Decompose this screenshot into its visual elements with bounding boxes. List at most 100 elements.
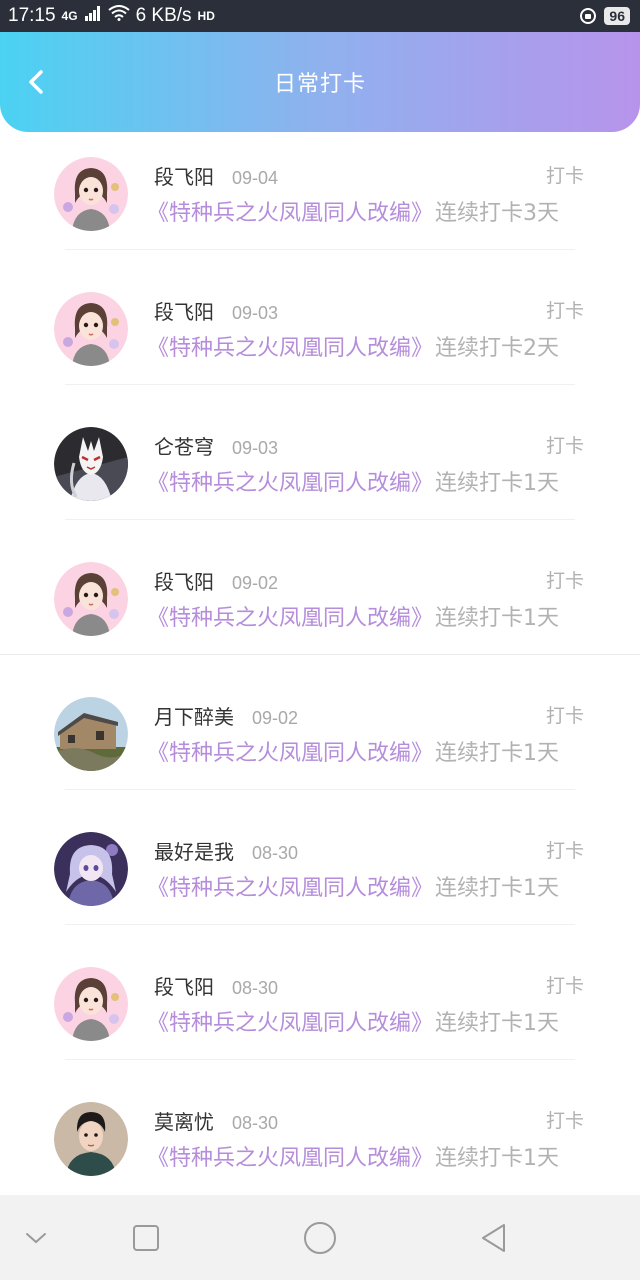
divider xyxy=(65,1059,575,1060)
name-line: 仑苍穹 09-03 xyxy=(154,431,278,460)
name-line: 莫离忧 08-30 xyxy=(154,1106,278,1135)
header-bar: 日常打卡 xyxy=(0,32,640,132)
square-icon xyxy=(133,1225,159,1251)
streak-text: 连续打卡1天 xyxy=(435,1146,560,1171)
checkin-date: 08-30 xyxy=(252,843,299,863)
wifi-icon xyxy=(107,5,130,27)
user-name[interactable]: 莫离忧 xyxy=(154,1106,214,1135)
chevron-down-icon xyxy=(26,1233,46,1244)
avatar[interactable] xyxy=(54,427,128,501)
avatar[interactable] xyxy=(54,562,128,636)
avatar[interactable] xyxy=(54,967,128,1041)
checkin-action[interactable]: 打卡 xyxy=(546,296,584,323)
checkin-action[interactable]: 打卡 xyxy=(546,431,584,458)
avatar[interactable] xyxy=(54,1102,128,1176)
list-item[interactable]: 段飞阳 09-02 打卡 《特种兵之火凤凰同人改编》 连续打卡1天 xyxy=(0,540,640,675)
divider xyxy=(0,654,640,655)
circle-icon xyxy=(304,1222,336,1254)
detail-line: 《特种兵之火凤凰同人改编》 连续打卡2天 xyxy=(147,330,560,362)
detail-line: 《特种兵之火凤凰同人改编》 连续打卡3天 xyxy=(147,195,560,227)
detail-line: 《特种兵之火凤凰同人改编》 连续打卡1天 xyxy=(147,600,560,632)
nav-recent-button[interactable] xyxy=(121,1213,171,1263)
name-line: 段飞阳 09-04 xyxy=(154,161,278,190)
book-title[interactable]: 《特种兵之火凤凰同人改编》 xyxy=(147,195,433,227)
name-line: 月下醉美 09-02 xyxy=(154,701,298,730)
system-nav-bar xyxy=(0,1195,640,1280)
avatar[interactable] xyxy=(54,157,128,231)
book-title[interactable]: 《特种兵之火凤凰同人改编》 xyxy=(147,1140,433,1172)
detail-line: 《特种兵之火凤凰同人改编》 连续打卡1天 xyxy=(147,1005,560,1037)
nav-hide-button[interactable] xyxy=(11,1213,61,1263)
checkin-date: 09-03 xyxy=(232,438,279,458)
checkin-date: 09-03 xyxy=(232,303,279,323)
user-name[interactable]: 仑苍穹 xyxy=(154,431,214,460)
list-item[interactable]: 仑苍穹 09-03 打卡 《特种兵之火凤凰同人改编》 连续打卡1天 xyxy=(0,405,640,540)
checkin-date: 09-04 xyxy=(232,168,279,188)
status-left: 17:15 4G 6 KB/s HD xyxy=(0,5,215,27)
checkin-list[interactable]: 段飞阳 09-04 打卡 《特种兵之火凤凰同人改编》 连续打卡3天 段飞阳 09… xyxy=(0,135,640,1195)
detail-line: 《特种兵之火凤凰同人改编》 连续打卡1天 xyxy=(147,1140,560,1172)
battery-level: 96 xyxy=(604,7,630,25)
book-title[interactable]: 《特种兵之火凤凰同人改编》 xyxy=(147,600,433,632)
detail-line: 《特种兵之火凤凰同人改编》 连续打卡1天 xyxy=(147,465,559,497)
checkin-action[interactable]: 打卡 xyxy=(546,971,584,998)
name-line: 段飞阳 08-30 xyxy=(154,971,278,1000)
checkin-action[interactable]: 打卡 xyxy=(546,161,584,188)
status-bar: 17:15 4G 6 KB/s HD 96 xyxy=(0,0,640,32)
streak-text: 连续打卡3天 xyxy=(435,201,560,226)
user-name[interactable]: 段飞阳 xyxy=(154,296,214,325)
book-title[interactable]: 《特种兵之火凤凰同人改编》 xyxy=(147,465,433,497)
user-name[interactable]: 月下醉美 xyxy=(154,701,234,730)
network-speed: 6 KB/s xyxy=(135,5,192,26)
list-item[interactable]: 段飞阳 09-03 打卡 《特种兵之火凤凰同人改编》 连续打卡2天 xyxy=(0,270,640,405)
status-time: 17:15 xyxy=(8,5,56,26)
signal-icon xyxy=(84,5,102,27)
user-name[interactable]: 最好是我 xyxy=(154,836,234,865)
nav-home-button[interactable] xyxy=(295,1213,345,1263)
book-title[interactable]: 《特种兵之火凤凰同人改编》 xyxy=(147,330,433,362)
hd-badge: HD xyxy=(197,9,215,23)
checkin-date: 08-30 xyxy=(232,1113,279,1133)
user-name[interactable]: 段飞阳 xyxy=(154,971,214,1000)
divider xyxy=(65,789,575,790)
streak-text: 连续打卡1天 xyxy=(435,606,560,631)
divider xyxy=(65,249,575,250)
checkin-date: 08-30 xyxy=(232,978,279,998)
streak-text: 连续打卡1天 xyxy=(435,1011,560,1036)
status-right: 96 xyxy=(580,7,640,25)
book-title[interactable]: 《特种兵之火凤凰同人改编》 xyxy=(147,1005,433,1037)
chevron-left-icon xyxy=(29,70,43,94)
nav-back-button[interactable] xyxy=(469,1213,519,1263)
lock-rotation-icon xyxy=(580,8,597,24)
list-item[interactable]: 最好是我 08-30 打卡 《特种兵之火凤凰同人改编》 连续打卡1天 xyxy=(0,810,640,945)
avatar[interactable] xyxy=(54,697,128,771)
detail-line: 《特种兵之火凤凰同人改编》 连续打卡1天 xyxy=(147,870,560,902)
divider xyxy=(65,924,575,925)
checkin-date: 09-02 xyxy=(232,573,279,593)
avatar[interactable] xyxy=(54,832,128,906)
checkin-action[interactable]: 打卡 xyxy=(546,1106,584,1133)
detail-line: 《特种兵之火凤凰同人改编》 连续打卡1天 xyxy=(147,735,560,767)
page-title: 日常打卡 xyxy=(273,72,366,97)
streak-text: 连续打卡1天 xyxy=(435,741,560,766)
user-name[interactable]: 段飞阳 xyxy=(154,161,214,190)
name-line: 段飞阳 09-02 xyxy=(154,566,278,595)
list-item[interactable]: 月下醉美 09-02 打卡 《特种兵之火凤凰同人改编》 连续打卡1天 xyxy=(0,675,640,810)
avatar[interactable] xyxy=(54,292,128,366)
streak-text: 连续打卡2天 xyxy=(435,336,560,361)
checkin-action[interactable]: 打卡 xyxy=(546,701,584,728)
list-item[interactable]: 段飞阳 09-04 打卡 《特种兵之火凤凰同人改编》 连续打卡3天 xyxy=(0,135,640,270)
book-title[interactable]: 《特种兵之火凤凰同人改编》 xyxy=(147,735,433,767)
list-item[interactable]: 段飞阳 08-30 打卡 《特种兵之火凤凰同人改编》 连续打卡1天 xyxy=(0,945,640,1080)
book-title[interactable]: 《特种兵之火凤凰同人改编》 xyxy=(147,870,433,902)
checkin-action[interactable]: 打卡 xyxy=(546,836,584,863)
user-name[interactable]: 段飞阳 xyxy=(154,566,214,595)
name-line: 段飞阳 09-03 xyxy=(154,296,278,325)
name-line: 最好是我 08-30 xyxy=(154,836,298,865)
triangle-left-icon xyxy=(482,1224,505,1252)
checkin-action[interactable]: 打卡 xyxy=(546,566,584,593)
streak-text: 连续打卡1天 xyxy=(435,876,560,901)
network-type: 4G xyxy=(61,9,78,23)
list-item[interactable]: 莫离忧 08-30 打卡 《特种兵之火凤凰同人改编》 连续打卡1天 xyxy=(0,1080,640,1195)
back-button[interactable] xyxy=(18,64,54,100)
